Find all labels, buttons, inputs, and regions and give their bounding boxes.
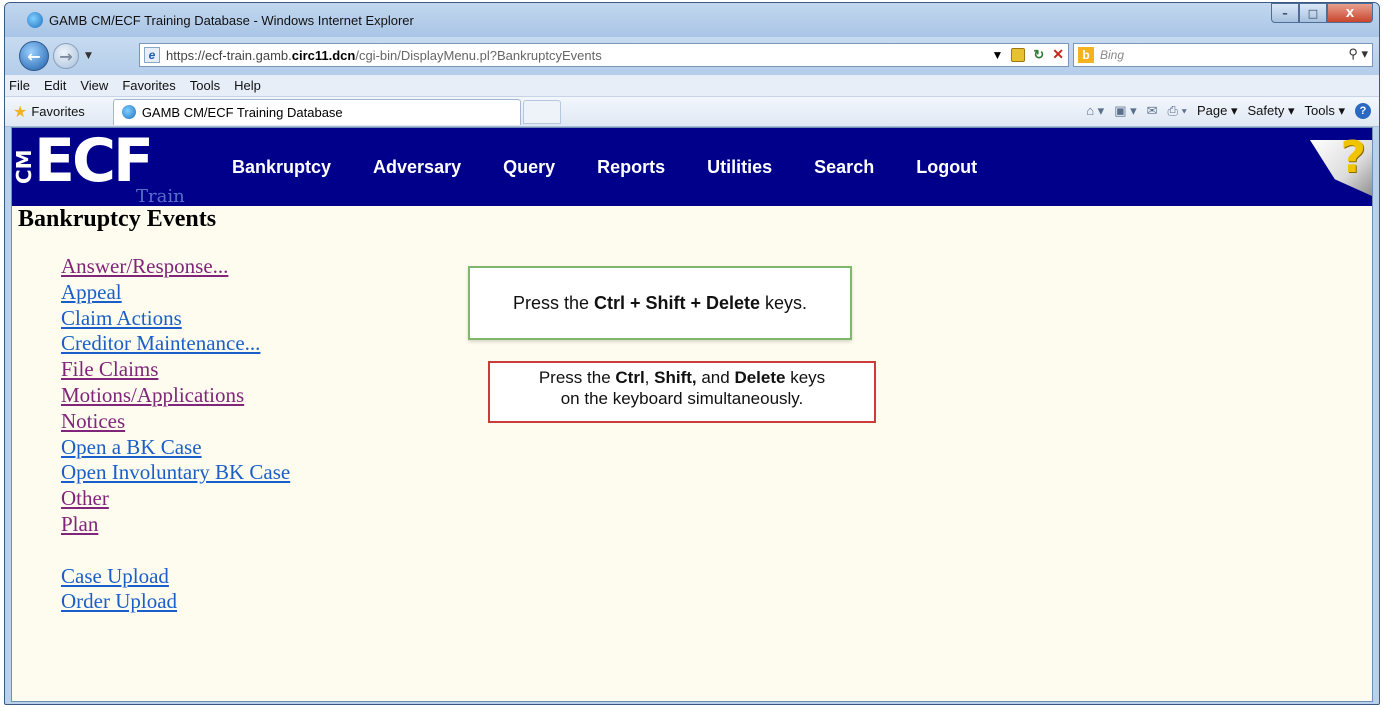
mail-icon[interactable]: ✉ <box>1147 103 1158 119</box>
event-link-motions-applications[interactable]: Motions/Applications <box>61 383 290 409</box>
home-icon[interactable]: ⌂ ▾ <box>1086 103 1104 119</box>
event-link-other[interactable]: Other <box>61 486 290 512</box>
ecf-logo[interactable]: CM ECF Train <box>12 127 202 207</box>
address-dropdown-icon[interactable]: ▼ <box>991 48 1003 62</box>
event-link-creditor-maintenance[interactable]: Creditor Maintenance... <box>61 331 290 357</box>
ecf-header-bar: CM ECF Train Bankruptcy Adversary Query … <box>12 127 1372 207</box>
forward-button[interactable]: → <box>53 43 79 69</box>
url-host: circ11.dcn <box>291 47 356 63</box>
event-link-open-a-bk-case[interactable]: Open a BK Case <box>61 435 290 461</box>
back-button[interactable]: ← <box>19 41 49 71</box>
event-link-plan[interactable]: Plan <box>61 512 290 538</box>
stop-icon[interactable]: ✕ <box>1052 46 1064 63</box>
event-link-notices[interactable]: Notices <box>61 409 290 435</box>
url-host-prefix: ecf-train.gamb. <box>205 47 292 63</box>
window-title: GAMB CM/ECF Training Database - Windows … <box>49 12 414 28</box>
ecf-help-button[interactable]: ? <box>1298 128 1372 206</box>
window-controls: – □ X <box>1271 3 1373 23</box>
ie-logo-icon <box>27 12 43 28</box>
browser-window: GAMB CM/ECF Training Database - Windows … <box>4 2 1380 705</box>
nav-reports[interactable]: Reports <box>597 157 665 178</box>
page-content: CM ECF Train Bankruptcy Adversary Query … <box>11 127 1373 702</box>
bing-logo-icon: b <box>1078 47 1094 63</box>
event-link-order-upload[interactable]: Order Upload <box>61 589 290 615</box>
forward-arrow-icon: → <box>59 46 73 66</box>
question-mark-icon: ? <box>1340 132 1366 183</box>
event-link-open-involuntary-bk-case[interactable]: Open Involuntary BK Case <box>61 460 290 486</box>
page-icon: e <box>144 47 160 63</box>
search-box[interactable]: b Bing ⚲ ▾ <box>1073 43 1373 67</box>
menu-tools[interactable]: Tools <box>190 78 220 93</box>
refresh-icon[interactable]: ↻ <box>1033 47 1044 63</box>
title-bar: GAMB CM/ECF Training Database - Windows … <box>5 3 1379 37</box>
feeds-icon[interactable]: ▣ ▾ <box>1114 103 1136 119</box>
search-icon[interactable]: ⚲ ▾ <box>1348 46 1368 62</box>
nav-utilities[interactable]: Utilities <box>707 157 772 178</box>
safety-menu[interactable]: Safety ▾ <box>1248 103 1295 119</box>
callout-red-line2: on the keyboard simultaneously. <box>560 389 804 408</box>
tab-active[interactable]: GAMB CM/ECF Training Database <box>112 98 521 125</box>
instruction-callout-red: Press the Ctrl, Shift, and Delete keys o… <box>488 361 876 423</box>
page-title: Bankruptcy Events <box>18 206 217 232</box>
event-link-answer-response[interactable]: Answer/Response... <box>61 254 290 280</box>
logo-train-text: Train <box>136 186 185 207</box>
events-spacer <box>61 538 290 564</box>
nav-logout[interactable]: Logout <box>916 157 977 178</box>
event-link-claim-actions[interactable]: Claim Actions <box>61 306 290 332</box>
maximize-button[interactable]: □ <box>1299 3 1327 23</box>
nav-bankruptcy[interactable]: Bankruptcy <box>232 157 331 178</box>
event-link-appeal[interactable]: Appeal <box>61 280 290 306</box>
minimize-button[interactable]: – <box>1271 3 1299 23</box>
search-placeholder: Bing <box>1100 48 1125 62</box>
instruction-callout-green: Press the Ctrl + Shift + Delete keys. <box>468 266 852 340</box>
logo-cm-text: CM <box>12 149 36 185</box>
favorites-button[interactable]: Favorites <box>31 104 84 119</box>
help-icon[interactable]: ? <box>1355 103 1371 119</box>
nav-query[interactable]: Query <box>503 157 555 178</box>
menu-help[interactable]: Help <box>234 78 261 93</box>
menu-view[interactable]: View <box>80 78 108 93</box>
close-button[interactable]: X <box>1327 3 1373 23</box>
print-icon[interactable]: ⎙ ▾ <box>1168 103 1187 119</box>
ecf-main-nav: Bankruptcy Adversary Query Reports Utili… <box>232 128 1019 206</box>
url-path: /cgi-bin/DisplayMenu.pl?BankruptcyEvents <box>355 47 602 63</box>
menu-edit[interactable]: Edit <box>44 78 66 93</box>
address-actions: ▼ ↻ ✕ <box>991 46 1064 63</box>
nav-search[interactable]: Search <box>814 157 874 178</box>
event-link-file-claims[interactable]: File Claims <box>61 357 290 383</box>
back-arrow-icon: ← <box>27 46 41 66</box>
favorites-bar: ★ Favorites GAMB CM/ECF Training Databas… <box>5 97 1379 127</box>
events-group-upload: Case Upload Order Upload <box>61 564 290 616</box>
command-bar: ⌂ ▾ ▣ ▾ ✉ ⎙ ▾ Page ▾ Safety ▾ Tools ▾ ? <box>1086 103 1371 119</box>
lock-icon[interactable] <box>1011 47 1026 62</box>
navigation-bar: ← → ▼ e https:// ecf-train.gamb. circ11.… <box>5 37 1379 75</box>
address-bar[interactable]: e https:// ecf-train.gamb. circ11.dcn /c… <box>139 43 1069 67</box>
menu-bar: File Edit View Favorites Tools Help <box>5 75 1379 97</box>
new-tab-button[interactable] <box>522 99 561 124</box>
menu-favorites[interactable]: Favorites <box>122 78 175 93</box>
bankruptcy-events-list: Answer/Response... Appeal Claim Actions Cre… <box>61 254 290 615</box>
history-dropdown-icon[interactable]: ▼ <box>85 51 92 61</box>
callout-green-text: Press the Ctrl + Shift + Delete keys. <box>512 292 808 313</box>
tools-menu[interactable]: Tools ▾ <box>1305 103 1346 119</box>
nav-adversary[interactable]: Adversary <box>373 157 461 178</box>
menu-file[interactable]: File <box>9 78 30 93</box>
callout-red-line1: Press the Ctrl, Shift, and Delete keys <box>538 368 826 387</box>
url-scheme: https:// <box>166 47 206 63</box>
page-menu[interactable]: Page ▾ <box>1197 103 1238 119</box>
logo-ecf-text: ECF <box>34 127 154 196</box>
event-link-case-upload[interactable]: Case Upload <box>61 564 290 590</box>
tab-title: GAMB CM/ECF Training Database <box>141 104 343 120</box>
tab-ie-icon <box>121 105 136 119</box>
events-group-primary: Answer/Response... Appeal Claim Actions Cre… <box>61 254 290 538</box>
favorites-star-icon[interactable]: ★ <box>13 102 27 122</box>
